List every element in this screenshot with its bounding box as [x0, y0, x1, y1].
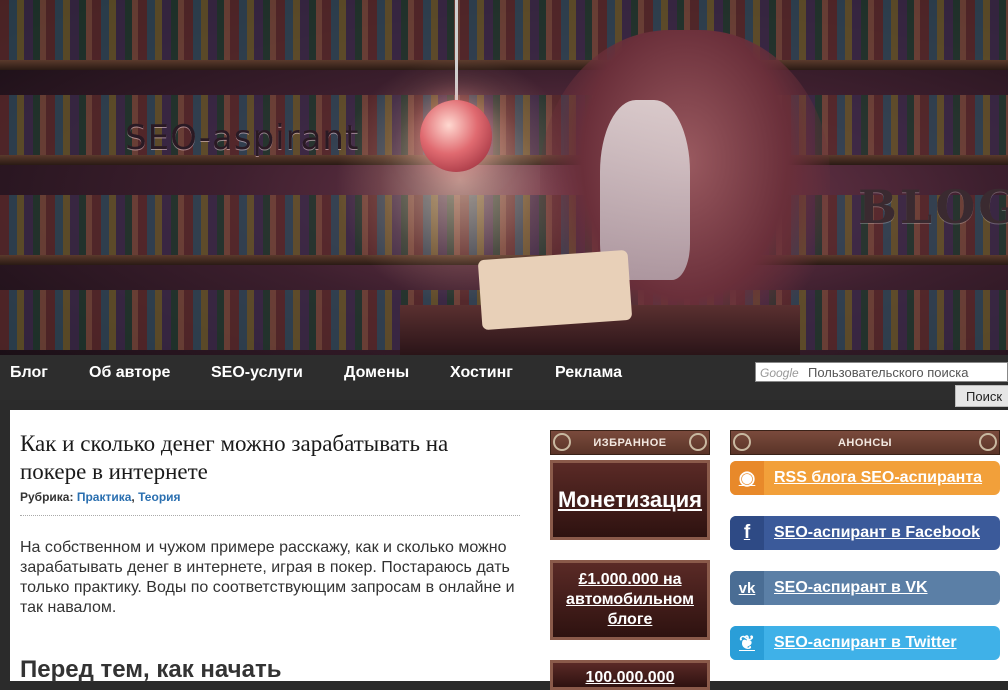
- header-banner: SEO-aspirant BLOG: [0, 0, 1008, 355]
- nav-item-blog[interactable]: Блог: [10, 364, 48, 382]
- category-link-theory[interactable]: Теория: [138, 490, 180, 504]
- nav-item-seo-services[interactable]: SEO-услуги: [211, 364, 303, 382]
- twitter-button-label: SEO-аспирант в Twitter: [774, 634, 957, 651]
- favorite-label: Монетизация: [557, 487, 703, 512]
- rss-button-label: RSS блога SEO-аспиранта: [774, 469, 983, 486]
- vk-button-label: SEO-аспирант в VK: [774, 579, 928, 596]
- pendulum-chain: [455, 0, 458, 102]
- ornament-icon: [689, 433, 707, 451]
- twitter-icon: ❦: [730, 626, 764, 660]
- rss-button[interactable]: ◉ RSS блога SEO-аспиранта: [730, 461, 1000, 495]
- google-search-brand: Google: [760, 366, 799, 380]
- favorite-100m[interactable]: 100.000.000: [550, 660, 710, 690]
- nav-item-ads[interactable]: Реклама: [555, 364, 622, 382]
- favorite-car-blog[interactable]: £1.000.000 на автомобильном блоге: [550, 560, 710, 640]
- facebook-button[interactable]: f SEO-аспирант в Facebook: [730, 516, 1000, 550]
- favorites-heading-label: ИЗБРАННОЕ: [593, 437, 667, 449]
- site-logo[interactable]: SEO-aspirant: [125, 118, 359, 158]
- ornament-icon: [979, 433, 997, 451]
- vk-button[interactable]: vk SEO-аспирант в VK: [730, 571, 1000, 605]
- announcements-heading: АНОНСЫ: [730, 430, 1000, 455]
- ornament-icon: [733, 433, 751, 451]
- main-nav: Блог Об авторе SEO-услуги Домены Хостинг…: [0, 355, 1008, 407]
- favorite-label: £1.000.000 на автомобильном блоге: [566, 571, 694, 628]
- search-input[interactable]: [804, 363, 1008, 381]
- ornament-icon: [553, 433, 571, 451]
- favorite-monetization[interactable]: Монетизация: [550, 460, 710, 540]
- announcements-heading-label: АНОНСЫ: [837, 437, 893, 449]
- vk-icon: vk: [730, 571, 764, 605]
- category-label: Рубрика:: [20, 490, 74, 504]
- rss-icon: ◉: [730, 461, 764, 495]
- twitter-button[interactable]: ❦ SEO-аспирант в Twitter: [730, 626, 1000, 660]
- post-intro: На собственном и чужом примере расскажу,…: [20, 539, 515, 616]
- search-button[interactable]: Поиск: [955, 385, 1008, 407]
- search-box: Google: [755, 362, 1008, 382]
- category-link-practice[interactable]: Практика: [77, 490, 132, 504]
- section-heading: Перед тем, как начать: [20, 656, 282, 683]
- nav-item-hosting[interactable]: Хостинг: [450, 364, 513, 382]
- nav-item-domains[interactable]: Домены: [344, 364, 409, 382]
- facebook-icon: f: [730, 516, 764, 550]
- favorites-heading: ИЗБРАННОЕ: [550, 430, 710, 455]
- content-area: Как и сколько денег можно зарабатывать н…: [10, 410, 1008, 690]
- post-meta: Рубрика: Практика, Теория: [20, 490, 520, 516]
- bookshelf-row: [0, 0, 1008, 60]
- article: Как и сколько денег можно зарабатывать н…: [20, 430, 520, 684]
- crystal-orb: [420, 100, 492, 172]
- nav-item-about[interactable]: Об авторе: [89, 364, 170, 382]
- parchment-scroll: [477, 249, 633, 331]
- blog-sign: BLOG: [858, 180, 1008, 234]
- post-title[interactable]: Как и сколько денег можно зарабатывать н…: [20, 430, 520, 486]
- facebook-button-label: SEO-аспирант в Facebook: [774, 524, 980, 541]
- favorite-label: 100.000.000: [585, 669, 675, 686]
